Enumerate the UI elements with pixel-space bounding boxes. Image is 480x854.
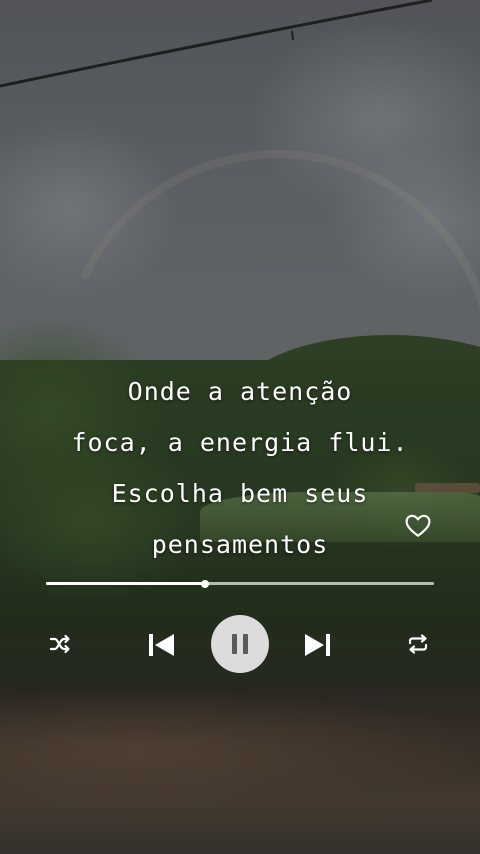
progress-slider[interactable] — [46, 580, 434, 588]
repeat-button[interactable] — [406, 633, 430, 655]
skip-next-icon — [305, 634, 330, 656]
pause-icon — [232, 634, 248, 654]
like-button[interactable] — [405, 514, 431, 538]
quote-line: Onde a atenção — [127, 377, 353, 406]
quote-line: pensamentos — [151, 530, 329, 559]
quote-line: Escolha bem seus — [111, 479, 369, 508]
next-button[interactable] — [301, 630, 333, 660]
skip-previous-icon — [149, 634, 174, 656]
heart-outline-icon — [405, 514, 431, 537]
quote-line: foca, a energia flui. — [71, 428, 409, 457]
quote-text: Onde a atenção foca, a energia flui. Esc… — [40, 366, 440, 570]
repeat-icon — [408, 634, 428, 654]
progress-handle[interactable] — [201, 580, 210, 588]
shuffle-button[interactable] — [48, 633, 72, 655]
previous-button[interactable] — [146, 630, 178, 660]
play-pause-button[interactable] — [211, 615, 269, 673]
shuffle-icon — [49, 634, 70, 654]
progress-fill — [46, 582, 206, 585]
